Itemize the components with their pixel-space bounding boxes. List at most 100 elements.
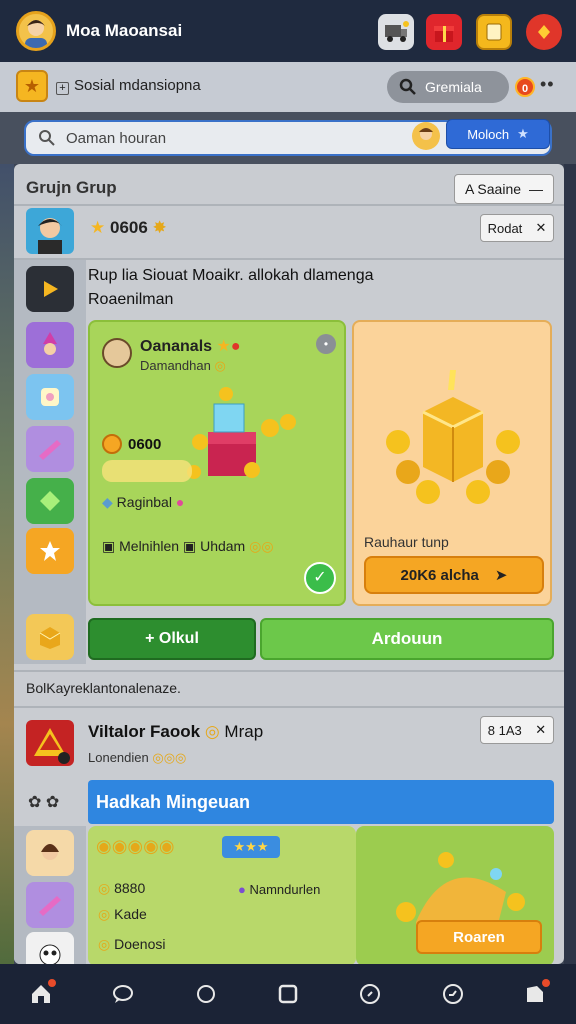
gem-icon[interactable] (526, 14, 562, 50)
about-label: Rodat (487, 220, 523, 236)
reg-label: ◆ Raginbal ● (102, 494, 184, 511)
description-line-1: Rup lia Siouat Moaikr. allokah dlamenga (88, 267, 374, 284)
clock-icon[interactable] (436, 977, 470, 1011)
search-icon (39, 130, 55, 146)
square-icon[interactable] (271, 977, 305, 1011)
reason-button[interactable]: Roaren (416, 920, 542, 954)
card-name: Oananals ★● (140, 336, 241, 356)
member-avatar[interactable] (26, 208, 74, 254)
row-avatar[interactable] (26, 720, 74, 766)
mk2-text: Uhdam (200, 538, 246, 554)
coin-amount-text: 0600 (128, 435, 162, 453)
gem-icon: ● (175, 494, 185, 510)
row-button-label: 8 1A3 (487, 722, 522, 738)
search-pill[interactable]: Gremiala (387, 71, 509, 103)
moloch-button[interactable]: Moloch ★ (446, 119, 550, 149)
reward-card[interactable]: Oananals ★● Damandhan ◎ • 0600 ◆ Raginba… (88, 320, 346, 606)
star-icon: ★ (90, 218, 106, 237)
coin-amount: 0600 (102, 434, 161, 454)
plus-box-icon: + (56, 82, 69, 95)
section-title: + Sosial mdansiopna (56, 77, 201, 95)
add-button[interactable]: + Olkul (88, 618, 256, 660)
notification-badge[interactable]: 0 (515, 77, 535, 97)
group-dropdown[interactable]: A Saaine — (454, 174, 554, 204)
cube-icon[interactable] (26, 614, 74, 660)
search-icon (399, 78, 416, 95)
row-title: Viltalor Faook ◎ Mrap (88, 722, 263, 742)
puzzle-icon[interactable] (26, 374, 74, 420)
coin-icon: ◎ (204, 722, 220, 741)
reg-label-text: Raginbal (116, 494, 172, 510)
bottom-line-2: ◎ Kade (98, 906, 147, 923)
shield-icon[interactable] (26, 478, 74, 524)
bottom-line-1: ◎ 8880 (98, 880, 145, 897)
coin-icon: ✸ (152, 218, 167, 237)
bottom-nav (0, 964, 576, 1024)
check-icon[interactable]: ✓ (304, 562, 336, 594)
row-button[interactable]: 8 1A3 ✕ (480, 716, 554, 744)
section-title-text: Sosial mdansiopna (74, 77, 201, 94)
girl-avatar-icon[interactable] (26, 830, 74, 876)
card-icon[interactable] (476, 14, 512, 50)
gift-icon[interactable] (426, 14, 462, 50)
secondary-bar: ★ + Sosial mdansiopna Gremiala 0 •• (0, 62, 576, 112)
coin-icon: ◎◎ (249, 538, 274, 554)
user-avatar[interactable] (412, 122, 440, 150)
chat-icon[interactable] (106, 977, 140, 1011)
home-notification-dot (48, 979, 57, 987)
coin-icon: ◎ (214, 358, 226, 373)
card-subtitle: Damandhan ◎ (140, 358, 226, 374)
profile-icon[interactable] (518, 977, 552, 1011)
profile-avatar[interactable] (16, 11, 56, 51)
star-icon: ★ (517, 126, 529, 141)
bottom-line-3: ◎ Doenosi (98, 936, 165, 953)
card-subtitle-text: Damandhan (140, 358, 211, 373)
stars-value: ★ 0606 ✸ (90, 218, 167, 238)
panda-icon[interactable] (26, 932, 74, 964)
bottom-line-3-text: Doenosi (114, 936, 166, 952)
paw-icon[interactable]: ✿ ✿ (28, 792, 59, 812)
compass-icon[interactable] (353, 977, 387, 1011)
about-button[interactable]: Rodat ✕ (480, 214, 554, 242)
stars-count: 0606 (109, 218, 148, 237)
close-icon[interactable]: ✕ (535, 722, 546, 738)
bottom-gold-card[interactable]: Roaren (356, 826, 554, 964)
bottom-line-1-text: 8880 (114, 880, 146, 896)
mk-labels: ▣ Melnihlen ▣ Uhdam ◎◎ (102, 538, 274, 555)
group-description: Rup lia Siouat Moaikr. allokah dlamenga … (88, 264, 558, 312)
more-menu-icon[interactable]: •• (540, 74, 555, 95)
bottom-reward-card[interactable]: ◉◉◉◉◉ ★★★ ◎ 8880 ◎ Kade ◎ Doenosi ● Namn… (88, 826, 356, 964)
search-placeholder: Oaman houran (66, 129, 167, 147)
circle-icon[interactable] (189, 977, 223, 1011)
section-label: BolKayreklantonalenaze. (26, 680, 181, 696)
favorite-star-icon[interactable]: ★ (16, 70, 48, 102)
wand-icon[interactable] (26, 426, 74, 472)
bottom-line-2-text: Kade (114, 906, 147, 922)
coin-icon: ◎◎◎ (152, 750, 187, 765)
description-line-2: Roaenilman (88, 291, 174, 308)
gold-block-illustration (386, 370, 520, 504)
box-icon: ▣ (102, 538, 116, 554)
arrow-icon: ➤ (494, 567, 508, 584)
action-button[interactable]: Ardouun (260, 618, 554, 660)
wizard-icon[interactable] (26, 322, 74, 368)
options-icon[interactable]: • (316, 334, 336, 354)
badge-star-icon[interactable] (26, 528, 74, 574)
play-icon[interactable] (26, 266, 74, 312)
coin-icon: ◎ (98, 936, 111, 952)
gem-icon: ● (230, 338, 241, 355)
close-icon[interactable]: ✕ (535, 220, 546, 236)
star-icon: ★ (216, 338, 231, 355)
gold-card[interactable]: Rauhaur tunp 20K6 alcha ➤ (352, 320, 552, 606)
truck-icon[interactable] (378, 14, 414, 50)
home-icon[interactable] (24, 977, 58, 1011)
stars-pill: ★★★ (222, 836, 280, 858)
divider (14, 258, 564, 260)
dropdown-label: A Saaine (464, 181, 522, 197)
bottom-right-label: ● Namndurlen (238, 882, 320, 897)
row-subtitle-text: Lonendien (88, 750, 149, 765)
wand-icon[interactable] (26, 882, 74, 928)
buy-button[interactable]: 20K6 alcha ➤ (364, 556, 544, 594)
mk1-text: Melnihlen (119, 538, 180, 554)
group-panel: Grujn Grup A Saaine — ★ 0606 ✸ Rodat ✕ Rup… (14, 164, 564, 964)
